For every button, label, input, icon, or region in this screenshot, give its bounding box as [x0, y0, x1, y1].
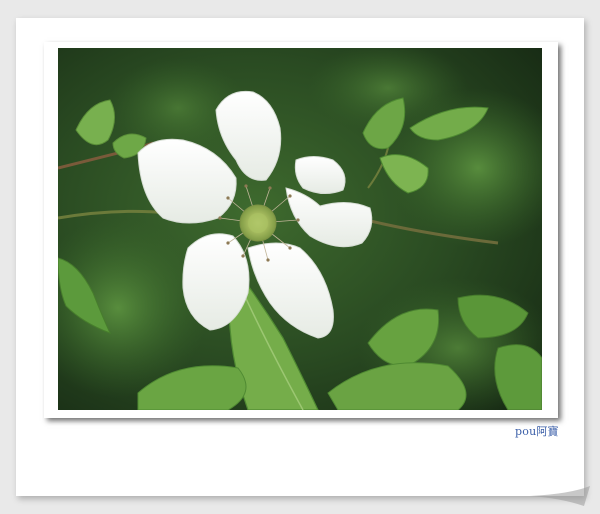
flower-photo: [58, 48, 542, 410]
page-curl: [530, 486, 590, 506]
flower-photo-image: [58, 48, 542, 410]
watermark-signature: pou阿寶: [515, 425, 559, 438]
